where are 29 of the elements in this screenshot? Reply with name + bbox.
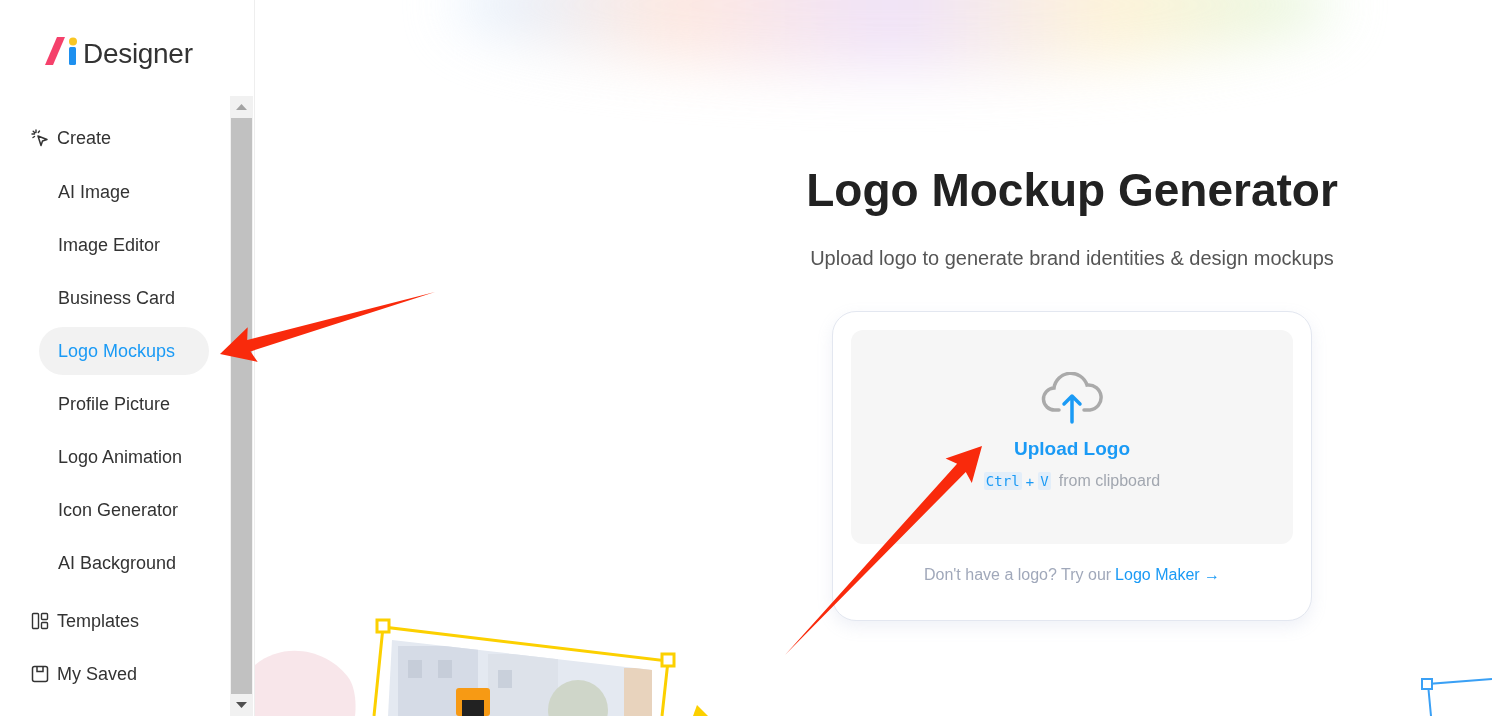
sidebar-item[interactable]: Icon Generator	[39, 486, 209, 534]
scroll-up-icon[interactable]	[236, 104, 247, 110]
sidebar-item[interactable]: Logo Animation	[39, 433, 209, 481]
cursor-sparkle-icon	[31, 129, 49, 147]
key-label: Ctrl	[983, 472, 1022, 490]
upload-logo-label: Upload Logo	[1013, 438, 1131, 460]
scrollbar-thumb[interactable]	[231, 118, 252, 694]
layout-grid-icon	[31, 612, 49, 630]
sidebar-section[interactable]: Templates	[0, 597, 230, 645]
plus-sign: +	[1025, 472, 1035, 490]
key-label: V	[1038, 472, 1051, 490]
sidebar-item[interactable]: AI Background	[39, 539, 209, 587]
page-subtitle: Upload logo to generate brand identities & design mockups	[810, 246, 1334, 270]
sidebar-item[interactable]: Business Card	[39, 274, 209, 322]
save-icon	[31, 665, 49, 683]
sidebar-section[interactable]: My Saved	[0, 650, 230, 698]
scroll-down-icon[interactable]	[236, 702, 247, 708]
footer-text: Don't have a logo? Try our	[923, 566, 1112, 584]
hint-text: from clipboard	[1058, 472, 1161, 490]
logo-text: Designer	[83, 39, 193, 69]
page-title: Logo Mockup Generator	[806, 164, 1338, 216]
sidebar-section[interactable]: Create	[0, 114, 230, 162]
selection-frame	[1421, 678, 1492, 716]
scrollbar[interactable]	[230, 96, 253, 716]
cloud-upload-icon	[1041, 372, 1103, 424]
triangle-shape	[693, 705, 708, 716]
sidebar-item[interactable]: AI Image	[39, 168, 209, 216]
sidebar-item[interactable]: Image Editor	[39, 221, 209, 269]
sidebar-item[interactable]: Profile Picture	[39, 380, 209, 428]
